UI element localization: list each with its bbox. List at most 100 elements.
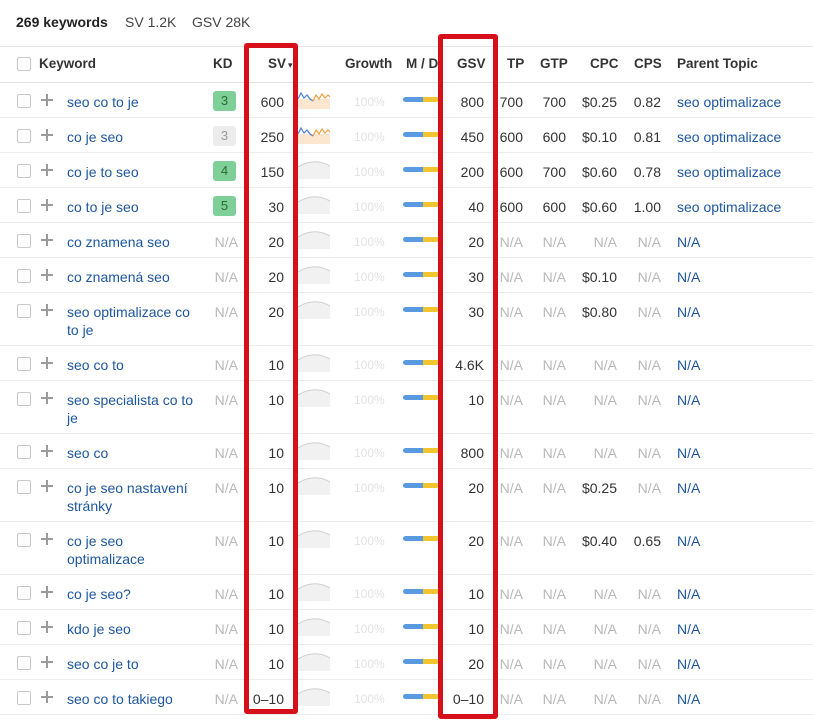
cps-value: N/A [637,656,661,672]
table-row: seo co to takiego N/A 0–10 100% 0–10 N/A N/A N/… [0,680,813,715]
keyword-link[interactable]: seo specialista co to je [67,391,197,427]
table-row: seo co N/A 10 100% 800 N/A N/A N/A N/A N/A [0,434,813,469]
mobile-desktop-bar [403,97,439,102]
cps-value: 0.81 [633,129,661,145]
row-checkbox[interactable] [17,392,31,406]
row-checkbox[interactable] [17,199,31,213]
keyword-link[interactable]: seo co je to [67,655,197,673]
row-checkbox[interactable] [17,445,31,459]
sv-trend-sparkline [298,354,330,372]
cpc-value: N/A [593,392,617,408]
row-checkbox[interactable] [17,94,31,108]
parent-topic-link[interactable]: seo optimalizace [677,128,781,146]
row-checkbox[interactable] [17,269,31,283]
parent-topic-value: N/A [677,656,701,672]
row-checkbox[interactable] [17,656,31,670]
mobile-share [403,307,423,312]
add-keyword-plus-icon[interactable] [41,129,53,141]
gtp-value: N/A [542,691,566,707]
keyword-link[interactable]: co je to seo [67,163,197,181]
col-tp[interactable]: TP [507,56,524,71]
keyword-link[interactable]: co je seo? [67,585,197,603]
parent-topic-link[interactable]: seo optimalizace [677,198,781,216]
add-keyword-plus-icon[interactable] [41,392,53,404]
col-kd[interactable]: KD [213,56,233,71]
select-all-checkbox[interactable] [17,57,31,71]
row-checkbox[interactable] [17,164,31,178]
add-keyword-plus-icon[interactable] [41,691,53,703]
row-checkbox[interactable] [17,691,31,705]
col-parent-topic[interactable]: Parent Topic [677,56,758,71]
col-cpc[interactable]: CPC [590,56,619,71]
parent-topic-link[interactable]: seo optimalizace [677,163,781,181]
desktop-share [422,272,439,277]
keyword-link[interactable]: co je seo [67,128,197,146]
table-row: co je seo? N/A 10 100% 10 N/A N/A N/A N/A N/A [0,575,813,610]
add-keyword-plus-icon[interactable] [41,234,53,246]
keyword-link[interactable]: seo co to je [67,93,197,111]
row-checkbox[interactable] [17,234,31,248]
row-checkbox[interactable] [17,304,31,318]
keyword-link[interactable]: co znamená seo [67,268,197,286]
kd-value: N/A [214,691,238,707]
gsv-value: 30 [468,269,484,285]
keyword-link[interactable]: co znamena seo [67,233,197,251]
add-keyword-plus-icon[interactable] [41,164,53,176]
add-keyword-plus-icon[interactable] [41,586,53,598]
cps-value: 0.82 [633,94,661,110]
keyword-link[interactable]: seo co to takiego [67,690,197,708]
keyword-link[interactable]: seo co [67,444,197,462]
row-checkbox[interactable] [17,357,31,371]
mobile-share [403,167,423,172]
keyword-link[interactable]: seo co to [67,356,197,374]
parent-topic-value: N/A [677,586,701,602]
row-checkbox[interactable] [17,621,31,635]
keyword-link[interactable]: co je seo optimalizace [67,532,197,568]
kd-value: N/A [214,480,238,496]
growth-value: 100% [354,587,385,601]
desktop-share [422,624,439,629]
col-gsv[interactable]: GSV [457,56,486,71]
cps-value: N/A [637,357,661,373]
cpc-value: N/A [593,691,617,707]
col-gtp[interactable]: GTP [540,56,568,71]
add-keyword-plus-icon[interactable] [41,445,53,457]
keyword-link[interactable]: co to je seo [67,198,197,216]
row-checkbox[interactable] [17,533,31,547]
add-keyword-plus-icon[interactable] [41,621,53,633]
col-growth[interactable]: Growth [345,56,392,71]
col-sv[interactable]: SV ▾ [268,56,293,71]
add-keyword-plus-icon[interactable] [41,480,53,492]
growth-value: 100% [354,165,385,179]
mobile-desktop-bar [403,589,439,594]
add-keyword-plus-icon[interactable] [41,199,53,211]
row-checkbox[interactable] [17,480,31,494]
keyword-link[interactable]: seo optimalizace co to je [67,303,197,339]
desktop-share [422,536,439,541]
gsv-value: 200 [460,164,484,180]
keywords-count: 269 keywords [16,14,108,30]
row-checkbox[interactable] [17,129,31,143]
add-keyword-plus-icon[interactable] [41,533,53,545]
add-keyword-plus-icon[interactable] [41,269,53,281]
keyword-link[interactable]: co je seo nastavení stránky [67,479,197,515]
row-checkbox[interactable] [17,586,31,600]
add-keyword-plus-icon[interactable] [41,357,53,369]
col-cps[interactable]: CPS [634,56,662,71]
add-keyword-plus-icon[interactable] [41,304,53,316]
parent-topic-value: N/A [677,234,701,250]
col-md[interactable]: M / D [406,56,438,71]
sv-trend-sparkline [298,688,330,706]
keyword-link[interactable]: kdo je seo [67,620,197,638]
col-keyword[interactable]: Keyword [39,56,96,71]
sv-trend-sparkline [298,389,330,407]
mobile-desktop-bar [403,694,439,699]
parent-topic-link[interactable]: seo optimalizace [677,93,781,111]
kd-value: N/A [214,656,238,672]
add-keyword-plus-icon[interactable] [41,656,53,668]
growth-value: 100% [354,534,385,548]
sv-total: SV 1.2K [125,14,177,30]
growth-value: 100% [354,358,385,372]
add-keyword-plus-icon[interactable] [41,94,53,106]
cps-value: N/A [637,480,661,496]
